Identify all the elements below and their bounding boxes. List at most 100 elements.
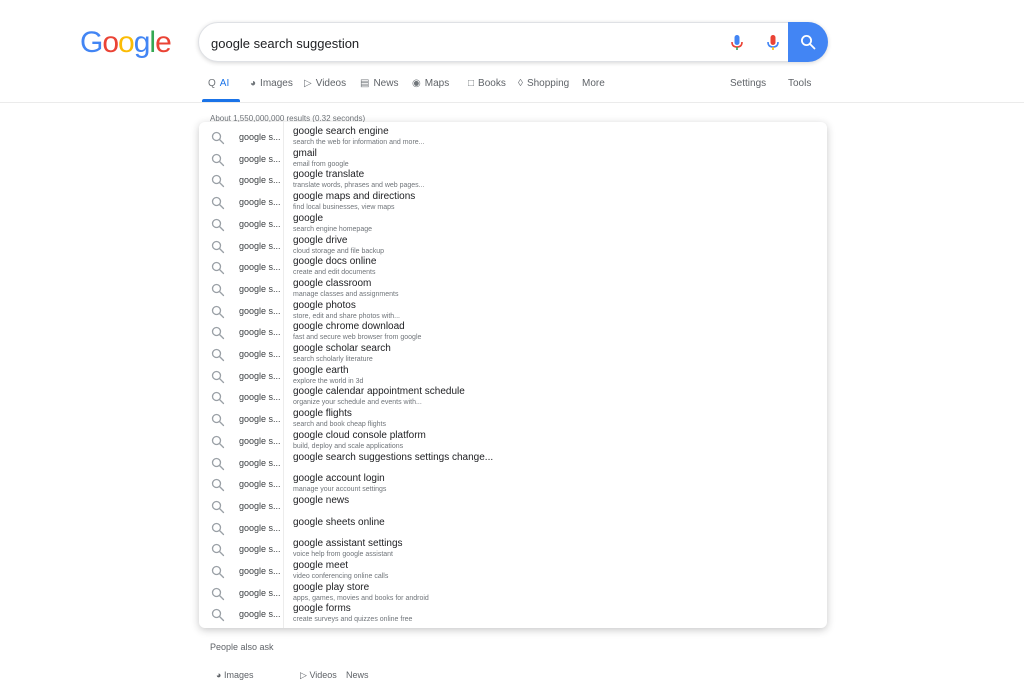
history-suggestion-row[interactable]: google s... <box>199 237 283 257</box>
suggestion-item[interactable]: google photos store, edit and share photo… <box>293 300 400 322</box>
suggestion-item[interactable]: gmail email from google <box>293 148 349 170</box>
history-suggestion-row[interactable]: google s... <box>199 280 283 300</box>
search-icon <box>211 305 225 319</box>
shopping-icon: ◊ <box>518 78 523 89</box>
search-icon <box>211 174 225 188</box>
history-suggestion-row[interactable]: google s... <box>199 302 283 322</box>
history-suggestion-row[interactable]: google s... <box>199 519 283 539</box>
google-logo[interactable]: Google <box>80 26 172 60</box>
tab-shopping[interactable]: ◊ Shopping <box>518 78 569 89</box>
search-input[interactable] <box>211 32 711 54</box>
search-icon <box>211 500 225 514</box>
history-suggestion-row[interactable]: google s... <box>199 367 283 387</box>
suggestion-item[interactable]: google forms create surveys and quizzes o… <box>293 603 412 625</box>
suggestion-title: google photos <box>293 299 356 311</box>
suggestion-item[interactable]: google earth explore the world in 3d <box>293 365 363 387</box>
suggestion-description: search engine homepage <box>293 225 373 233</box>
suggestion-item[interactable]: google scholar search search scholarly li… <box>293 343 391 365</box>
history-suggestion-row[interactable]: google s... <box>199 475 283 495</box>
suggestion-item[interactable]: google chrome download fast and secure we… <box>293 321 421 343</box>
suggestion-title: google news <box>293 494 350 506</box>
suggestion-description: manage classes and assignments <box>293 290 399 298</box>
search-button[interactable] <box>788 22 828 62</box>
tools-link[interactable]: Tools <box>788 78 811 89</box>
suggestion-item[interactable]: google search engine search the web for i… <box>293 126 425 148</box>
video-icon: ▷ <box>300 670 307 680</box>
history-suggestion-row[interactable]: google s... <box>199 540 283 560</box>
tab-images[interactable]: ◕ Images <box>250 78 293 89</box>
history-suggestion-row[interactable]: google s... <box>199 562 283 582</box>
history-suggestion-row[interactable]: google s... <box>199 150 283 170</box>
settings-link[interactable]: Settings <box>730 78 766 89</box>
suggestion-title: google earth <box>293 364 349 376</box>
history-suggestion-text: google s... <box>239 153 281 164</box>
history-suggestion-row[interactable]: google s... <box>199 497 283 517</box>
suggestion-title: google calendar appointment schedule <box>293 386 465 398</box>
suggestion-title: google play store <box>293 581 370 593</box>
suggestion-item[interactable]: google news <box>293 495 349 507</box>
tab-maps[interactable]: ◉ Maps <box>412 78 449 89</box>
history-suggestion-row[interactable]: google s... <box>199 345 283 365</box>
voice-icon[interactable] <box>761 31 785 55</box>
search-icon <box>211 348 225 362</box>
suggestion-title: google assistant settings <box>293 538 403 550</box>
suggestion-item[interactable]: google docs online create and edit docume… <box>293 256 376 278</box>
suggestion-item[interactable]: google maps and directions find local bus… <box>293 191 415 213</box>
history-suggestion-row[interactable]: google s... <box>199 410 283 430</box>
history-suggestion-row[interactable]: google s... <box>199 388 283 408</box>
tab-videos[interactable]: ▷ Videos <box>304 78 346 89</box>
suggestion-title: google cloud console platform <box>293 429 426 441</box>
tab-ai[interactable]: Q AI <box>208 78 229 89</box>
search-box <box>198 22 828 62</box>
tab-books[interactable]: □ Books <box>468 78 506 89</box>
suggestion-title: google account login <box>293 473 385 485</box>
history-suggestion-row[interactable]: google s... <box>199 128 283 148</box>
history-suggestion-text: google s... <box>239 609 281 620</box>
history-suggestion-text: google s... <box>239 457 281 468</box>
history-suggestion-text: google s... <box>239 305 281 316</box>
history-suggestion-row[interactable]: google s... <box>199 432 283 452</box>
suggestion-description: manage your account settings <box>293 486 387 494</box>
header-divider <box>0 102 1024 103</box>
suggestion-description: explore the world in 3d <box>293 377 364 385</box>
suggestion-description: organize your schedule and events with..… <box>293 399 422 407</box>
history-suggestion-row[interactable]: google s... <box>199 454 283 474</box>
history-suggestion-row[interactable]: google s... <box>199 193 283 213</box>
tab-news[interactable]: ▤ News <box>360 78 398 89</box>
history-suggestion-text: google s... <box>239 479 281 490</box>
suggestion-item[interactable]: google classroom manage classes and assig… <box>293 278 398 300</box>
suggestion-item[interactable]: google drive cloud storage and file backu… <box>293 235 384 257</box>
suggestion-item[interactable]: google search engine homepage <box>293 213 372 235</box>
search-icon <box>211 153 225 167</box>
suggestion-item[interactable]: google search suggestions settings chang… <box>293 452 493 464</box>
history-suggestion-row[interactable]: google s... <box>199 584 283 604</box>
suggestion-item[interactable]: google account login manage your account … <box>293 473 386 495</box>
below-item[interactable]: ▷ Videos <box>300 670 337 680</box>
suggestion-description: email from google <box>293 160 349 168</box>
history-suggestion-row[interactable]: google s... <box>199 171 283 191</box>
suggestion-item[interactable]: google assistant settings voice help from… <box>293 538 403 560</box>
below-item[interactable]: ◕ Images <box>216 670 253 680</box>
suggestion-item[interactable]: google meet video conferencing online cal… <box>293 560 388 582</box>
suggestion-title: google sheets online <box>293 516 385 528</box>
history-suggestion-row[interactable]: google s... <box>199 627 283 628</box>
suggestion-item[interactable]: google calendar appointment schedule orga… <box>293 386 465 408</box>
history-suggestion-row[interactable]: google s... <box>199 605 283 625</box>
suggestion-item[interactable]: google play store apps, games, movies and… <box>293 582 429 604</box>
suggestion-item[interactable]: google cloud console platform build, depl… <box>293 430 426 452</box>
tab-more[interactable]: More <box>582 78 605 89</box>
suggestion-description: video conferencing online calls <box>293 573 389 580</box>
history-suggestion-text: google s... <box>239 283 281 294</box>
video-icon: ▷ <box>304 78 312 89</box>
history-suggestion-text: google s... <box>239 132 281 142</box>
suggestion-item[interactable]: google flights search and book cheap flig… <box>293 408 386 430</box>
suggestion-item[interactable]: google sheets online <box>293 517 385 529</box>
suggestion-description: search scholarly literature <box>293 356 373 363</box>
suggestion-title: google search engine <box>293 126 389 137</box>
suggestion-item[interactable]: google translate translate words, phrases… <box>293 169 425 191</box>
history-suggestion-row[interactable]: google s... <box>199 215 283 235</box>
history-suggestion-row[interactable]: google s... <box>199 258 283 278</box>
mic-icon[interactable] <box>725 31 749 55</box>
below-item[interactable]: News <box>346 670 369 680</box>
history-suggestion-row[interactable]: google s... <box>199 323 283 343</box>
